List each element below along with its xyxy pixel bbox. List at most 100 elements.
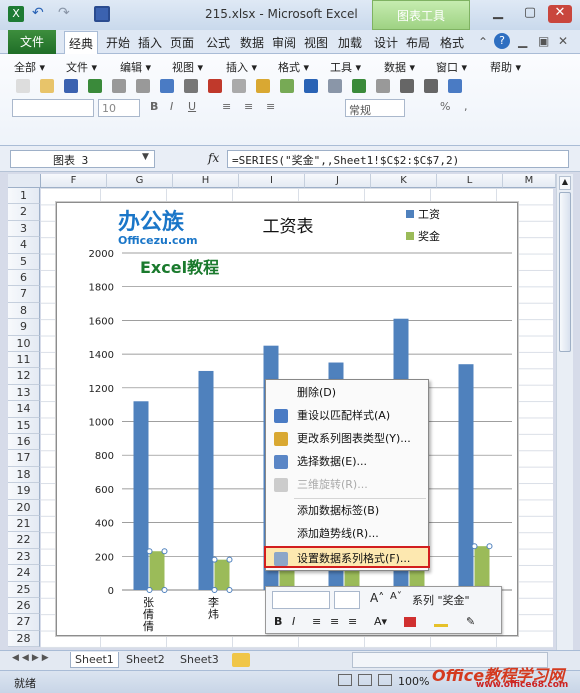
toolbar-button-icon[interactable] xyxy=(328,79,342,93)
context-menu-item-5[interactable]: 添加数据标签(B) xyxy=(266,500,428,522)
sheet-tab-1[interactable]: Sheet1 xyxy=(70,652,119,668)
vertical-scrollbar[interactable]: ▲ xyxy=(556,174,573,650)
classic-menu-3[interactable]: 视图 ▾ xyxy=(172,59,203,75)
row-header-11[interactable]: 11 xyxy=(8,352,40,369)
comma-icon[interactable]: , xyxy=(464,100,468,113)
row-header-13[interactable]: 13 xyxy=(8,384,40,402)
column-header-J[interactable]: J xyxy=(305,174,371,188)
tab-review[interactable]: 审阅 xyxy=(272,34,296,51)
tab-file[interactable]: 文件 xyxy=(8,30,56,54)
bold-icon[interactable]: B xyxy=(150,100,158,113)
toolbar-button-icon[interactable] xyxy=(400,79,414,93)
tab-view[interactable]: 视图 xyxy=(304,34,328,51)
toolbar-button-icon[interactable] xyxy=(136,79,150,93)
doc-restore-icon[interactable]: ▣ xyxy=(538,34,549,48)
row-header-25[interactable]: 25 xyxy=(8,581,40,598)
toolbar-button-icon[interactable] xyxy=(64,79,78,93)
number-style-box[interactable]: 常规 xyxy=(345,99,405,117)
name-box[interactable]: 图表 3 xyxy=(10,150,155,168)
context-menu-item-6[interactable]: 添加趋势线(R)... xyxy=(266,523,428,545)
row-header-28[interactable]: 28 xyxy=(8,630,40,648)
scroll-up-icon[interactable]: ▲ xyxy=(559,176,571,190)
format-painter-icon[interactable]: ✎ xyxy=(466,615,475,628)
toolbar-button-icon[interactable] xyxy=(88,79,102,93)
tab-insert[interactable]: 插入 xyxy=(138,34,162,51)
mini-align-center-icon[interactable]: ≡ xyxy=(330,615,339,628)
mini-italic-icon[interactable]: I xyxy=(292,615,295,628)
tab-data[interactable]: 数据 xyxy=(240,34,264,51)
toolbar-button-icon[interactable] xyxy=(352,79,366,93)
toolbar-button-icon[interactable] xyxy=(184,79,198,93)
font-name-box[interactable] xyxy=(12,99,94,117)
shrink-font-icon[interactable]: A˅ xyxy=(390,591,402,602)
bar-奖金-0[interactable] xyxy=(149,551,165,590)
row-header-1[interactable]: 1 xyxy=(8,188,40,205)
maximize-icon[interactable]: ▢ xyxy=(518,5,542,23)
row-header-26[interactable]: 26 xyxy=(8,598,40,615)
row-header-21[interactable]: 21 xyxy=(8,516,40,533)
doc-minimize-icon[interactable]: ▁ xyxy=(518,34,527,48)
row-header-4[interactable]: 4 xyxy=(8,237,40,254)
close-icon[interactable]: ✕ xyxy=(548,5,572,23)
redo-icon[interactable]: ↷ xyxy=(58,6,74,22)
context-menu-item-3[interactable]: 选择数据(E)... xyxy=(266,451,428,473)
mini-bold-icon[interactable]: B xyxy=(274,615,282,628)
tab-format[interactable]: 格式 xyxy=(440,34,464,51)
tab-design[interactable]: 设计 xyxy=(374,34,398,51)
mini-font-box[interactable] xyxy=(272,591,330,609)
row-header-8[interactable]: 8 xyxy=(8,302,40,320)
doc-close-icon[interactable]: ✕ xyxy=(558,34,568,48)
row-header-15[interactable]: 15 xyxy=(8,417,40,434)
fill-color-icon[interactable] xyxy=(404,617,416,627)
zoom-level[interactable]: 100% xyxy=(398,675,429,688)
row-header-23[interactable]: 23 xyxy=(8,548,40,566)
bar-奖金-5[interactable] xyxy=(474,546,490,590)
mini-align-right-icon[interactable]: ≡ xyxy=(348,615,357,628)
tab-page-layout[interactable]: 页面 xyxy=(170,34,194,51)
toolbar-button-icon[interactable] xyxy=(160,79,174,93)
row-header-10[interactable]: 10 xyxy=(8,335,40,352)
column-header-I[interactable]: I xyxy=(239,174,305,188)
row-header-22[interactable]: 22 xyxy=(8,532,40,549)
toolbar-button-icon[interactable] xyxy=(448,79,462,93)
name-box-dropdown-icon[interactable]: ▼ xyxy=(142,152,149,162)
series-select[interactable]: 系列 "奖金" xyxy=(410,590,498,608)
font-size-box[interactable]: 10 xyxy=(98,99,140,117)
classic-menu-0[interactable]: 全部 ▾ xyxy=(14,59,45,75)
row-header-24[interactable]: 24 xyxy=(8,565,40,582)
classic-menu-4[interactable]: 插入 ▾ xyxy=(226,59,257,75)
context-menu-item-2[interactable]: 更改系列图表类型(Y)... xyxy=(266,428,428,450)
column-header-G[interactable]: G xyxy=(107,174,173,188)
tab-home[interactable]: 开始 xyxy=(106,34,130,51)
context-menu-item-1[interactable]: 重设以匹配样式(A) xyxy=(266,405,428,427)
row-header-9[interactable]: 9 xyxy=(8,319,40,336)
sheet-nav-icon[interactable]: ◀◀▶▶ xyxy=(12,653,52,663)
row-header-12[interactable]: 12 xyxy=(8,368,40,385)
context-menu-item-0[interactable]: 删除(D) xyxy=(266,382,428,404)
row-header-6[interactable]: 6 xyxy=(8,270,40,287)
classic-menu-8[interactable]: 窗口 ▾ xyxy=(436,59,467,75)
toolbar-button-icon[interactable] xyxy=(208,79,222,93)
mini-align-left-icon[interactable]: ≡ xyxy=(312,615,321,628)
minimize-icon[interactable]: ▁ xyxy=(486,5,510,23)
insert-sheet-icon[interactable] xyxy=(232,653,250,667)
tab-layout[interactable]: 布局 xyxy=(406,34,430,51)
normal-view-icon[interactable] xyxy=(338,674,352,686)
toolbar-button-icon[interactable] xyxy=(424,79,438,93)
mini-size-box[interactable] xyxy=(334,591,360,609)
column-header-M[interactable]: M xyxy=(503,174,556,188)
tab-addins[interactable]: 加载 xyxy=(338,34,362,51)
toolbar-button-icon[interactable] xyxy=(376,79,390,93)
mini-font-color-icon[interactable]: A▾ xyxy=(374,615,387,628)
tab-classic[interactable]: 经典 xyxy=(64,31,99,55)
classic-menu-2[interactable]: 编辑 ▾ xyxy=(120,59,151,75)
classic-menu-1[interactable]: 文件 ▾ xyxy=(66,59,97,75)
formula-input[interactable]: =SERIES("奖金",,Sheet1!$C$2:$C$7,2) xyxy=(227,150,569,168)
bar-奖金-1[interactable] xyxy=(214,559,230,590)
column-header-K[interactable]: K xyxy=(371,174,437,188)
column-header-L[interactable]: L xyxy=(437,174,503,188)
row-header-18[interactable]: 18 xyxy=(8,466,40,484)
sheet-tab-2[interactable]: Sheet2 xyxy=(122,652,169,668)
row-header-27[interactable]: 27 xyxy=(8,614,40,631)
bar-工资-5[interactable] xyxy=(458,364,474,590)
